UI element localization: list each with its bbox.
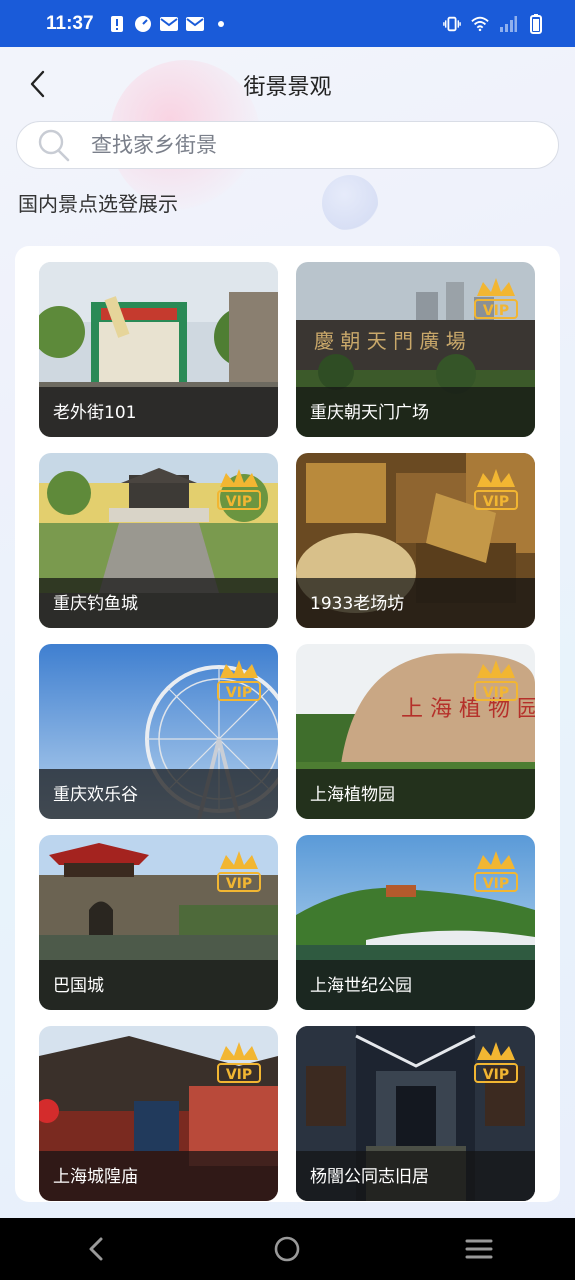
vip-badge-text: VIP	[226, 876, 252, 892]
vip-crown-icon: VIP	[474, 1042, 518, 1083]
nav-home-button[interactable]	[257, 1227, 317, 1271]
spot-card[interactable]: VIP 重庆钓鱼城	[39, 453, 278, 628]
spots-grid: 老外街101 慶 朝 天 門 廣 場 VIP 重庆朝天门广场 VIP 重庆钓鱼城…	[39, 262, 537, 1201]
spot-name: 重庆欢乐谷	[53, 785, 138, 805]
spot-name: 上海城隍庙	[53, 1167, 138, 1187]
spot-name: 重庆朝天门广场	[310, 403, 429, 423]
vip-badge-text: VIP	[226, 685, 252, 701]
section-title: 国内景点选登展示	[18, 192, 178, 216]
search-bar[interactable]	[16, 121, 559, 169]
vip-badge-text: VIP	[483, 876, 509, 892]
spot-card[interactable]: VIP 杨闇公同志旧居	[296, 1026, 535, 1201]
nav-back-icon	[89, 1237, 103, 1261]
vip-badge-text: VIP	[226, 1067, 252, 1083]
wifi-icon	[471, 15, 489, 33]
vip-crown-icon: VIP	[217, 1042, 261, 1083]
spot-card[interactable]: VIP 巴国城	[39, 835, 278, 1010]
vip-crown-icon: VIP	[217, 851, 261, 892]
spot-card[interactable]: 老外街101	[39, 262, 278, 437]
spot-card[interactable]: 上 海 植 物 园 VIP 上海植物园	[296, 644, 535, 819]
spots-panel: 老外街101 慶 朝 天 門 廣 場 VIP 重庆朝天门广场 VIP 重庆钓鱼城…	[15, 246, 560, 1202]
spot-card[interactable]: VIP 上海世纪公园	[296, 835, 535, 1010]
vip-badge-text: VIP	[226, 494, 252, 510]
vip-crown-icon: VIP	[474, 278, 518, 319]
nav-back-button[interactable]	[66, 1227, 126, 1271]
status-bar: 11:37	[0, 0, 575, 47]
mail-icon	[185, 15, 204, 33]
mail-icon	[159, 15, 178, 33]
spot-name: 杨闇公同志旧居	[310, 1167, 429, 1187]
spot-card[interactable]: VIP 重庆欢乐谷	[39, 644, 278, 819]
battery-icon	[527, 13, 545, 34]
spot-name: 老外街101	[53, 403, 137, 423]
vip-crown-icon: VIP	[474, 851, 518, 892]
nav-recents-button[interactable]	[449, 1227, 509, 1271]
nav-menu-icon	[465, 1239, 493, 1259]
vip-crown-icon: VIP	[217, 469, 261, 510]
dot-icon	[212, 15, 230, 33]
svg-text:慶 朝 天 門 廣 場: 慶 朝 天 門 廣 場	[314, 329, 466, 353]
spot-card[interactable]: VIP 1933老场坊	[296, 453, 535, 628]
app-header: 街景景观	[0, 47, 575, 121]
background-decoration	[322, 175, 378, 231]
vip-badge-text: VIP	[483, 303, 509, 319]
vip-badge-text: VIP	[483, 494, 509, 510]
search-icon	[38, 129, 70, 162]
spot-name: 上海植物园	[310, 785, 395, 805]
nav-home-icon	[275, 1236, 300, 1262]
spot-name: 1933老场坊	[310, 594, 405, 614]
spot-card[interactable]: VIP 上海城隍庙	[39, 1026, 278, 1201]
page-title: 街景景观	[243, 75, 332, 100]
vip-badge-text: VIP	[483, 685, 509, 701]
status-time: 11:37	[46, 12, 94, 34]
spot-name: 重庆钓鱼城	[53, 594, 138, 614]
vip-crown-icon: VIP	[474, 660, 518, 701]
spot-card[interactable]: 慶 朝 天 門 廣 場 VIP 重庆朝天门广场	[296, 262, 535, 437]
signal-icon	[499, 15, 517, 33]
sim-alert-icon	[108, 15, 126, 33]
vip-badge-text: VIP	[483, 1067, 509, 1083]
system-nav-bar	[0, 1218, 575, 1280]
vip-crown-icon: VIP	[217, 660, 261, 701]
spot-name: 巴国城	[53, 976, 104, 996]
search-input[interactable]	[91, 133, 491, 157]
speed-icon	[134, 15, 152, 33]
vip-crown-icon: VIP	[474, 469, 518, 510]
vibrate-icon	[443, 15, 461, 33]
spot-name: 上海世纪公园	[310, 976, 412, 996]
